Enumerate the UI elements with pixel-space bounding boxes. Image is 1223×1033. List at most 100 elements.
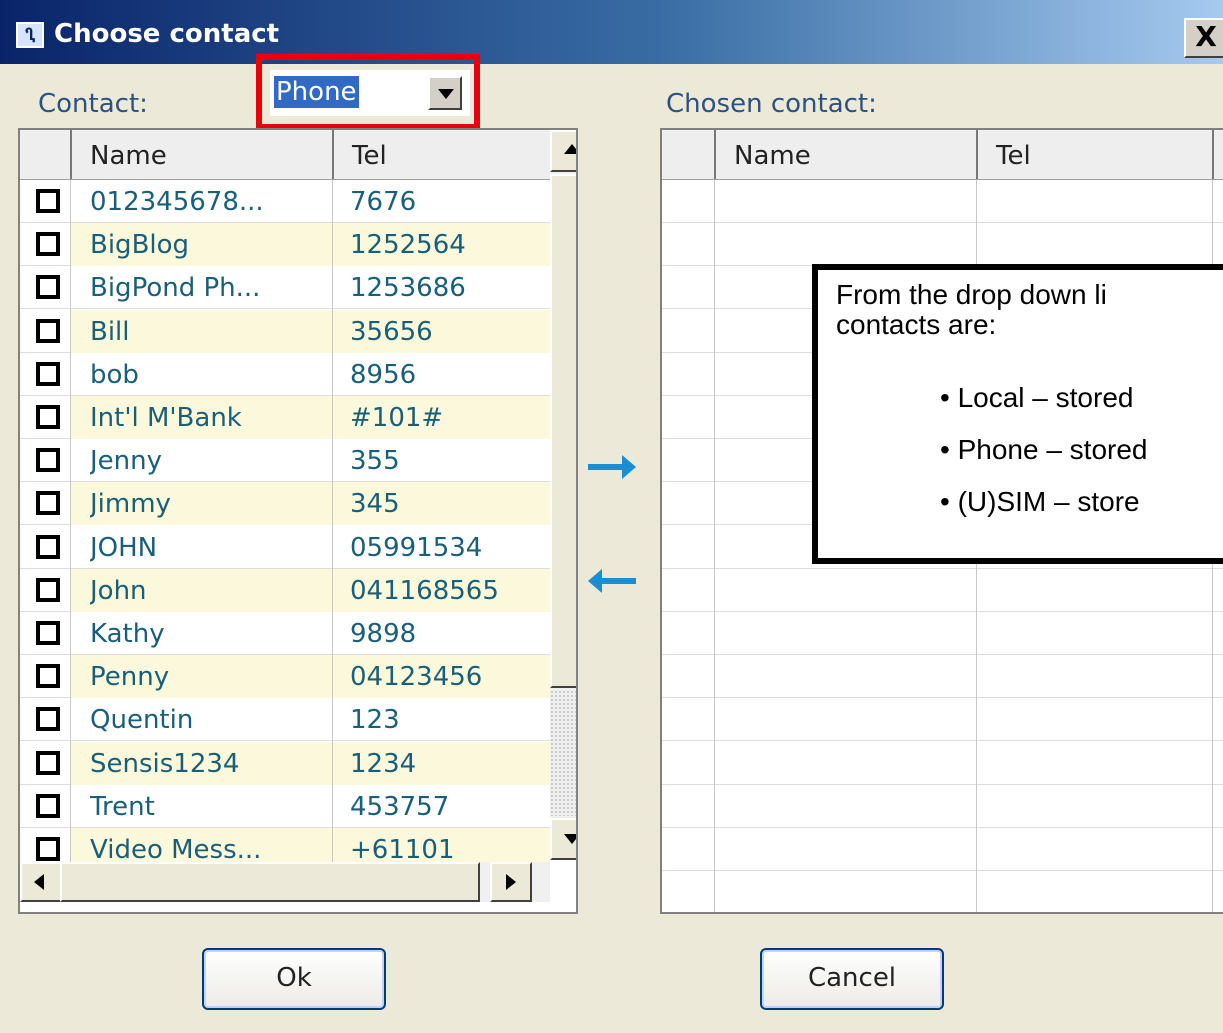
contact-name: Bill — [90, 316, 130, 347]
table-row[interactable]: Trent 453757 — [20, 785, 550, 828]
table-row[interactable]: Jenny 355 — [20, 439, 550, 483]
contact-name: BigPond Ph... — [90, 273, 261, 304]
contact-name: Quentin — [90, 705, 194, 736]
empty-row — [662, 569, 1223, 612]
contact-tel: 355 — [350, 446, 400, 477]
row-checkbox[interactable] — [36, 448, 60, 473]
contact-name: John — [90, 575, 147, 606]
row-checkbox[interactable] — [36, 491, 60, 516]
row-checkbox[interactable] — [36, 750, 60, 775]
contact-name: Penny — [90, 662, 170, 693]
table-row[interactable]: Penny 04123456 — [20, 655, 550, 699]
contact-name: Jenny — [90, 446, 163, 477]
column-header-name[interactable]: Name — [70, 130, 332, 179]
table-row[interactable]: Jimmy 345 — [20, 482, 550, 526]
grid-line — [70, 180, 71, 862]
row-checkbox[interactable] — [36, 534, 60, 559]
column-header-tel[interactable]: Tel — [976, 130, 1212, 179]
contact-tel: 041168565 — [350, 575, 499, 606]
scroll-right-icon[interactable] — [490, 862, 532, 902]
contact-tel: 345 — [350, 489, 400, 520]
contact-name: Sensis1234 — [90, 748, 240, 779]
scroll-up-icon[interactable] — [550, 130, 576, 172]
window-title: Choose contact — [54, 19, 280, 49]
contact-name: Int'l M'Bank — [90, 403, 242, 433]
contact-tel: 9898 — [350, 619, 417, 649]
empty-row — [662, 698, 1223, 742]
scroll-track[interactable] — [550, 690, 576, 816]
callout-intro-line2: contacts are: — [836, 309, 997, 340]
contact-tel: 7676 — [350, 187, 417, 217]
callout-bullet-phone: • Phone – stored — [940, 434, 1148, 465]
scroll-thumb[interactable] — [550, 174, 576, 688]
contact-label: Contact: — [38, 89, 148, 119]
row-checkbox[interactable] — [36, 361, 60, 386]
contact-tel: 1253686 — [350, 273, 466, 304]
contact-tel: 1252564 — [350, 230, 466, 261]
table-row[interactable]: Quentin 123 — [20, 698, 550, 742]
vertical-scrollbar[interactable] — [550, 130, 576, 860]
column-header-extra — [1212, 130, 1223, 179]
row-checkbox[interactable] — [36, 318, 60, 343]
table-row[interactable]: BigPond Ph... 1253686 — [20, 266, 550, 310]
contact-table: Name Tel 012345678... 7676 BigBlog 1252564 B… — [18, 128, 578, 914]
add-contact-arrow-icon[interactable] — [588, 452, 636, 482]
scroll-down-icon[interactable] — [550, 818, 576, 860]
table-row[interactable]: bob 8956 — [20, 353, 550, 396]
contact-name: JOHN — [90, 532, 158, 563]
grid-line — [332, 180, 333, 862]
table-row[interactable]: John 041168565 — [20, 568, 550, 612]
empty-row — [662, 742, 1223, 785]
row-checkbox[interactable] — [36, 405, 60, 429]
callout-intro: From the drop down li — [836, 279, 1107, 310]
row-checkbox[interactable] — [36, 275, 60, 300]
cancel-button[interactable]: Cancel — [760, 948, 944, 1010]
row-checkbox[interactable] — [36, 707, 60, 732]
row-checkbox[interactable] — [36, 793, 60, 818]
table-row[interactable]: Int'l M'Bank #101# — [20, 396, 550, 439]
row-checkbox[interactable] — [36, 837, 60, 861]
contact-tel: 123 — [350, 705, 400, 736]
scroll-left-icon[interactable] — [20, 862, 62, 902]
empty-row — [662, 180, 1223, 223]
table-row[interactable]: BigBlog 1252564 — [20, 223, 550, 267]
table-row[interactable]: JOHN 05991534 — [20, 526, 550, 569]
contact-table-header: Name Tel — [20, 130, 550, 180]
contact-tel: #101# — [350, 403, 444, 433]
row-checkbox[interactable] — [36, 189, 60, 213]
contact-name: BigBlog — [90, 230, 190, 261]
horizontal-scrollbar[interactable] — [20, 862, 550, 902]
app-icon: Ⴂ — [16, 22, 44, 48]
contact-tel: 04123456 — [350, 662, 483, 693]
title-bar: Ⴂ Choose contact X — [0, 0, 1223, 64]
table-row[interactable]: Sensis1234 1234 — [20, 741, 550, 785]
row-checkbox[interactable] — [36, 664, 60, 689]
contact-name: 012345678... — [90, 187, 264, 217]
ok-button[interactable]: Ok — [202, 948, 386, 1010]
horizontal-scroll-thumb[interactable] — [60, 862, 480, 902]
empty-row — [662, 871, 1223, 912]
table-row[interactable]: Bill 35656 — [20, 309, 550, 353]
empty-row — [662, 223, 1223, 267]
contact-name: bob — [90, 359, 139, 390]
row-checkbox[interactable] — [36, 577, 60, 602]
close-button[interactable]: X — [1184, 18, 1223, 58]
table-row[interactable]: 012345678... 7676 — [20, 180, 550, 223]
column-header-name[interactable]: Name — [714, 130, 976, 179]
chosen-table-header: Name Tel — [662, 130, 1223, 180]
contact-tel: 8956 — [350, 359, 417, 390]
callout-bullet-sim: • (U)SIM – store — [940, 486, 1140, 517]
row-checkbox[interactable] — [36, 621, 60, 645]
grid-line — [714, 180, 715, 912]
remove-contact-arrow-icon[interactable] — [588, 566, 636, 596]
contact-tel: 1234 — [350, 748, 417, 779]
annotation-callout: From the drop down li contacts are: • Lo… — [812, 264, 1223, 564]
empty-row — [662, 612, 1223, 655]
contact-tel: 35656 — [350, 316, 433, 347]
row-checkbox[interactable] — [36, 232, 60, 257]
column-header-tel[interactable]: Tel — [332, 130, 550, 179]
callout-bullet-local: • Local – stored — [940, 382, 1134, 413]
table-row[interactable]: Kathy 9898 — [20, 612, 550, 655]
select-highlight-box — [256, 54, 480, 130]
header-corner — [662, 130, 714, 179]
